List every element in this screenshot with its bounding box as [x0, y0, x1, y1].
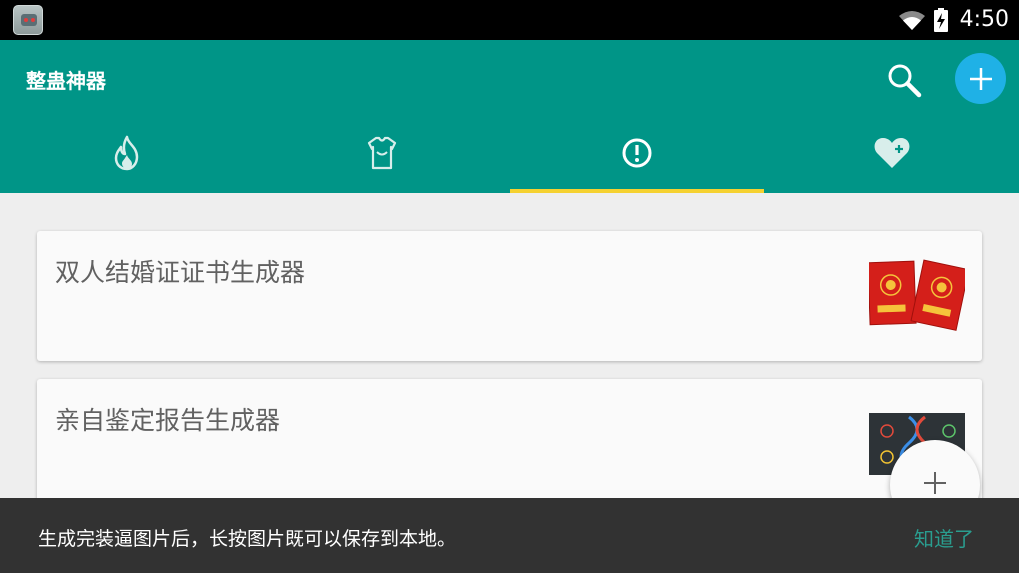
tab-health[interactable]: [764, 120, 1019, 193]
snackbar-message: 生成完装逼图片后，长按图片既可以保存到本地。: [38, 528, 457, 550]
add-button[interactable]: [955, 53, 1006, 104]
wifi-icon: [898, 11, 925, 30]
status-time: 4:50: [959, 7, 1009, 32]
add-icon: [969, 67, 992, 90]
tab-bar: [0, 120, 1019, 193]
app-title: 整蛊神器: [26, 69, 106, 93]
card-title: 双人结婚证证书生成器: [55, 258, 306, 287]
snackbar-dismiss-button[interactable]: 知道了: [914, 523, 974, 552]
battery-charging-icon: [933, 8, 948, 32]
app-bar: 整蛊神器: [0, 40, 1019, 193]
card-title: 亲自鉴定报告生成器: [55, 406, 281, 435]
alert-circle-icon: [622, 138, 652, 167]
tab-hot[interactable]: [0, 120, 255, 193]
plus-icon: [924, 472, 946, 494]
app-notification-icon: [13, 5, 43, 35]
tab-alert[interactable]: [509, 120, 765, 193]
card-marriage-certificate[interactable]: 双人结婚证证书生成器: [37, 231, 982, 361]
snackbar: 生成完装逼图片后，长按图片既可以保存到本地。 知道了: [0, 498, 1019, 573]
marriage-certificate-image: [869, 259, 965, 331]
search-icon: [888, 64, 922, 98]
shirt-icon: [368, 136, 397, 169]
status-bar: 4:50: [0, 0, 1019, 40]
fire-icon: [115, 135, 139, 170]
tab-indicator: [509, 189, 765, 193]
heart-plus-icon: [874, 137, 910, 168]
search-button[interactable]: [880, 56, 928, 104]
tab-clothes[interactable]: [255, 120, 510, 193]
